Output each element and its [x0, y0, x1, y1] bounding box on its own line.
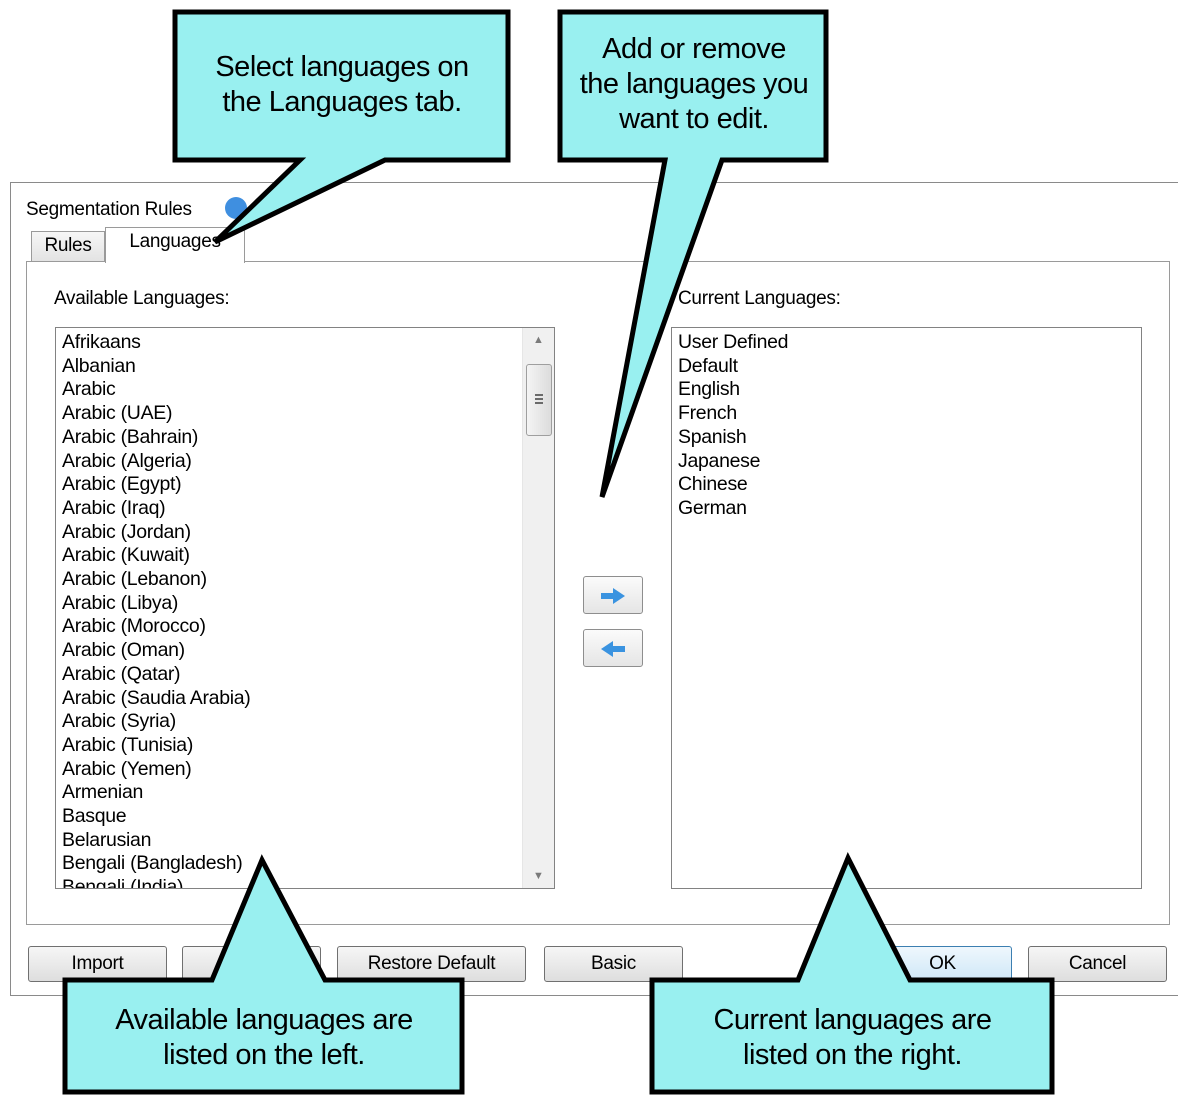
callout-line: Available languages are [115, 1004, 413, 1036]
import-button[interactable]: Import [28, 946, 167, 982]
list-item[interactable]: User Defined [678, 331, 789, 355]
list-item[interactable]: Arabic (Qatar) [62, 663, 251, 687]
add-remove-callout-text: Add or remove the languages you want to … [563, 32, 825, 137]
list-item[interactable]: Arabic (Bahrain) [62, 426, 251, 450]
list-item[interactable]: Arabic (Morocco) [62, 615, 251, 639]
arrow-right-icon [601, 588, 625, 604]
callout-line: listed on the right. [743, 1039, 962, 1071]
current-languages-list[interactable]: User Defined Default English French Spanish J… [671, 327, 1142, 889]
callout-line: the Languages tab. [222, 86, 462, 118]
available-languages-items: Afrikaans Albanian Arabic Arabic (UAE) Arabi… [62, 331, 251, 888]
list-item[interactable]: Arabic (Saudia Arabia) [62, 687, 251, 711]
scroll-down-icon[interactable]: ▼ [523, 870, 554, 882]
current-languages-label: Current Languages: [678, 288, 841, 309]
available-list-scrollbar[interactable]: ▲ ▼ [522, 328, 554, 888]
list-item[interactable]: Bengali (India) [62, 876, 251, 888]
list-item[interactable]: English [678, 378, 788, 402]
list-item[interactable]: Belarusian [62, 829, 251, 853]
list-item[interactable]: German [678, 497, 788, 521]
available-languages-label: Available Languages: [54, 288, 230, 309]
current-languages-items: User Defined Default English French Spanish J… [678, 331, 789, 521]
list-item[interactable]: Arabic (Libya) [62, 592, 251, 616]
dialog-title: Segmentation Rules [26, 199, 192, 220]
tab-languages[interactable]: Languages [105, 227, 245, 263]
list-item[interactable]: Arabic (Oman) [62, 639, 251, 663]
tab-rules[interactable]: Rules [31, 231, 105, 261]
list-item[interactable]: Japanese [678, 450, 788, 474]
list-item[interactable]: Arabic (Jordan) [62, 521, 251, 545]
languages-tab-panel: Available Languages: Current Languages: … [26, 261, 1170, 925]
list-item[interactable]: Arabic (Lebanon) [62, 568, 251, 592]
list-item[interactable]: Arabic (Algeria) [62, 450, 251, 474]
scroll-up-icon[interactable]: ▲ [523, 334, 554, 346]
basic-button[interactable]: Basic [544, 946, 683, 982]
list-item[interactable]: Basque [62, 805, 251, 829]
list-item[interactable]: Spanish [678, 426, 788, 450]
list-item[interactable]: Arabic (Egypt) [62, 473, 251, 497]
add-language-button[interactable] [583, 576, 643, 614]
current-callout-text: Current languages are listed on the righ… [655, 1003, 1050, 1073]
arrow-left-icon [601, 641, 625, 657]
segmentation-rules-dialog: Segmentation Rules Rules Languages Avail… [10, 182, 1178, 996]
list-item[interactable]: Arabic [62, 378, 251, 402]
list-item[interactable]: Bengali (Bangladesh) [62, 852, 251, 876]
available-callout-text: Available languages are listed on the le… [68, 1003, 460, 1073]
list-item[interactable]: Albanian [62, 355, 251, 379]
remove-language-button[interactable] [583, 629, 643, 667]
callout-line: Current languages are [713, 1004, 992, 1036]
list-item[interactable]: Default [678, 355, 788, 379]
callout-line: want to edit. [619, 103, 769, 135]
list-item[interactable]: Arabic (Tunisia) [62, 734, 251, 758]
restore-default-button[interactable]: Restore Default [337, 946, 526, 982]
list-item[interactable]: Armenian [62, 781, 251, 805]
callout-line: listed on the left. [163, 1039, 365, 1071]
help-icon[interactable] [225, 197, 247, 219]
list-item[interactable]: Arabic (UAE) [62, 402, 251, 426]
callout-line: Add or remove [602, 33, 786, 65]
list-item[interactable]: Arabic (Iraq) [62, 497, 251, 521]
list-item[interactable]: Arabic (Syria) [62, 710, 251, 734]
list-item[interactable]: Arabic (Kuwait) [62, 544, 251, 568]
select-tab-callout-text: Select languages on the Languages tab. [178, 50, 506, 120]
export-button[interactable] [182, 946, 321, 982]
list-item[interactable]: Arabic (Yemen) [62, 758, 251, 782]
list-item[interactable]: French [678, 402, 788, 426]
callout-line: the languages you [579, 68, 809, 100]
scroll-thumb[interactable] [526, 364, 552, 436]
callout-line: Select languages on [215, 51, 469, 83]
ok-button[interactable]: OK [873, 946, 1012, 982]
available-languages-list[interactable]: Afrikaans Albanian Arabic Arabic (UAE) Arabi… [55, 327, 555, 889]
cancel-button[interactable]: Cancel [1028, 946, 1167, 982]
list-item[interactable]: Afrikaans [62, 331, 251, 355]
list-item[interactable]: Chinese [678, 473, 788, 497]
